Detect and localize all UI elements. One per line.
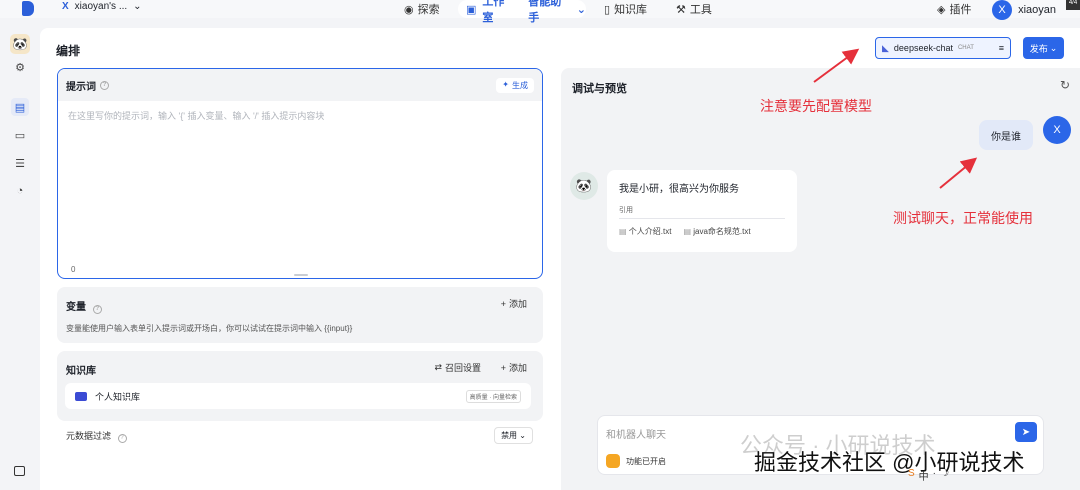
arrow-to-model (813, 48, 860, 83)
ime-icon[interactable]: S (908, 468, 915, 483)
ime-label: 中 (918, 472, 929, 483)
moon-icon: ☽ (940, 468, 949, 479)
arrow-to-chat (939, 157, 978, 189)
watermark-juejin: 掘金技术社区 @小研说技术 (754, 450, 1025, 475)
dot-icon: · (932, 468, 937, 479)
annotation-arrows (813, 48, 978, 189)
system-tray: S 中 · ☽ (908, 468, 949, 483)
